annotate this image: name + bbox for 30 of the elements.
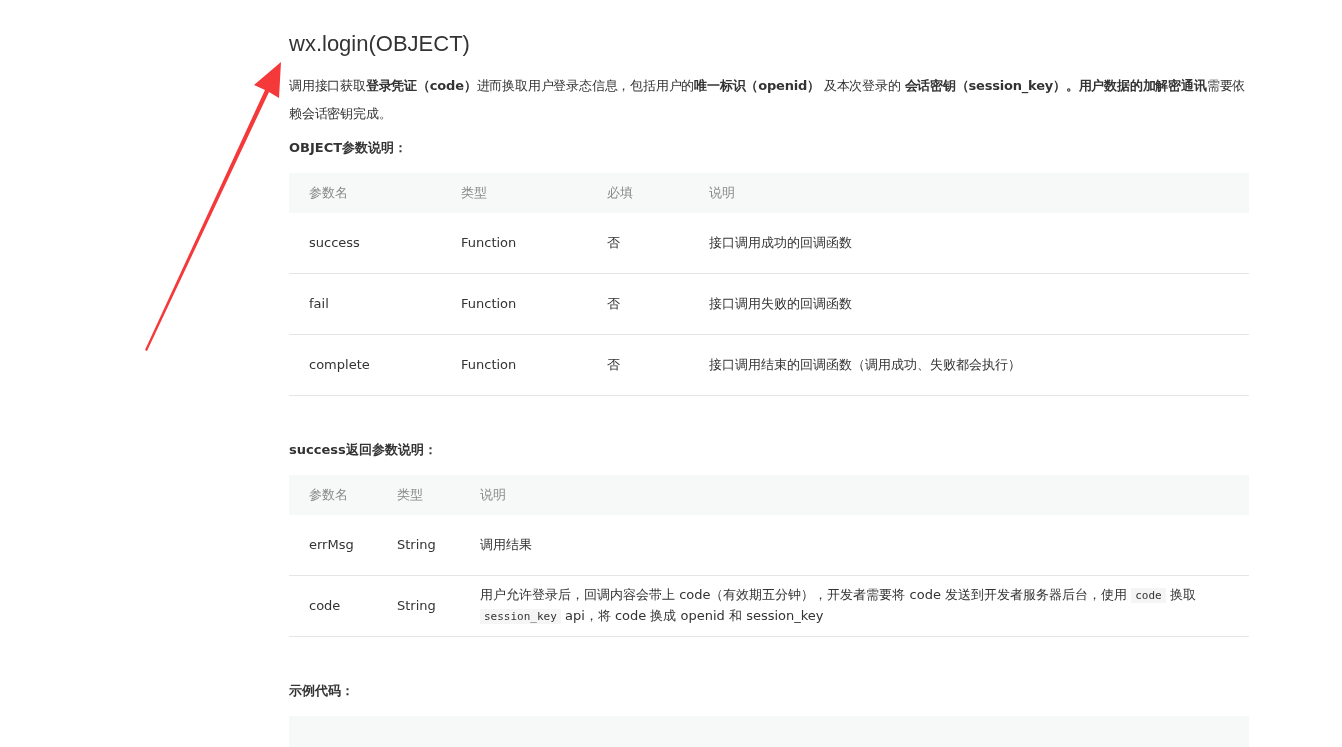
table-cell: complete [289, 334, 441, 396]
column-header: 类型 [377, 475, 460, 515]
table-cell: 否 [587, 213, 689, 274]
column-header: 类型 [441, 173, 587, 213]
table-cell: 否 [587, 334, 689, 396]
table-cell: 用户允许登录后，回调内容会带上 code（有效期五分钟），开发者需要将 code 发送到开发者服务器后台，使用 code 换取 session_key api，将 code 换成 openid 和 session_key [460, 575, 1249, 637]
intro-paragraph: 调用接口获取登录凭证（code）进而换取用户登录态信息，包括用户的唯一标识（openid） 及本次登录的 会话密钥（session_key）。用户数据的加解密通讯需要依赖会话密钥完成。 [289, 77, 1247, 123]
section-heading: success返回参数说明： [289, 441, 438, 459]
table-cell: 接口调用失败的回调函数 [689, 273, 1249, 335]
column-header: 参数名 [289, 173, 441, 213]
table-cell: 否 [587, 273, 689, 335]
table-cell: String [377, 575, 460, 637]
table-cell: Function [441, 213, 587, 274]
table-cell: 接口调用结束的回调函数（调用成功、失败都会执行） [689, 334, 1249, 396]
table-cell: 调用结果 [460, 515, 1249, 576]
column-header: 说明 [460, 475, 1249, 515]
table-cell: Function [441, 334, 587, 396]
column-header: 必填 [587, 173, 689, 213]
section-heading: OBJECT参数说明： [289, 139, 409, 157]
table-cell: code [289, 575, 377, 637]
table-cell: Function [441, 273, 587, 335]
table-cell: 接口调用成功的回调函数 [689, 213, 1249, 274]
table-cell: errMsg [289, 515, 377, 576]
page-title: wx.login(OBJECT) [289, 30, 471, 58]
table-cell: String [377, 515, 460, 576]
table-cell: fail [289, 273, 441, 335]
column-header: 说明 [689, 173, 1249, 213]
section-heading: 示例代码： [289, 682, 355, 700]
column-header: 参数名 [289, 475, 377, 515]
table-cell: success [289, 213, 441, 274]
